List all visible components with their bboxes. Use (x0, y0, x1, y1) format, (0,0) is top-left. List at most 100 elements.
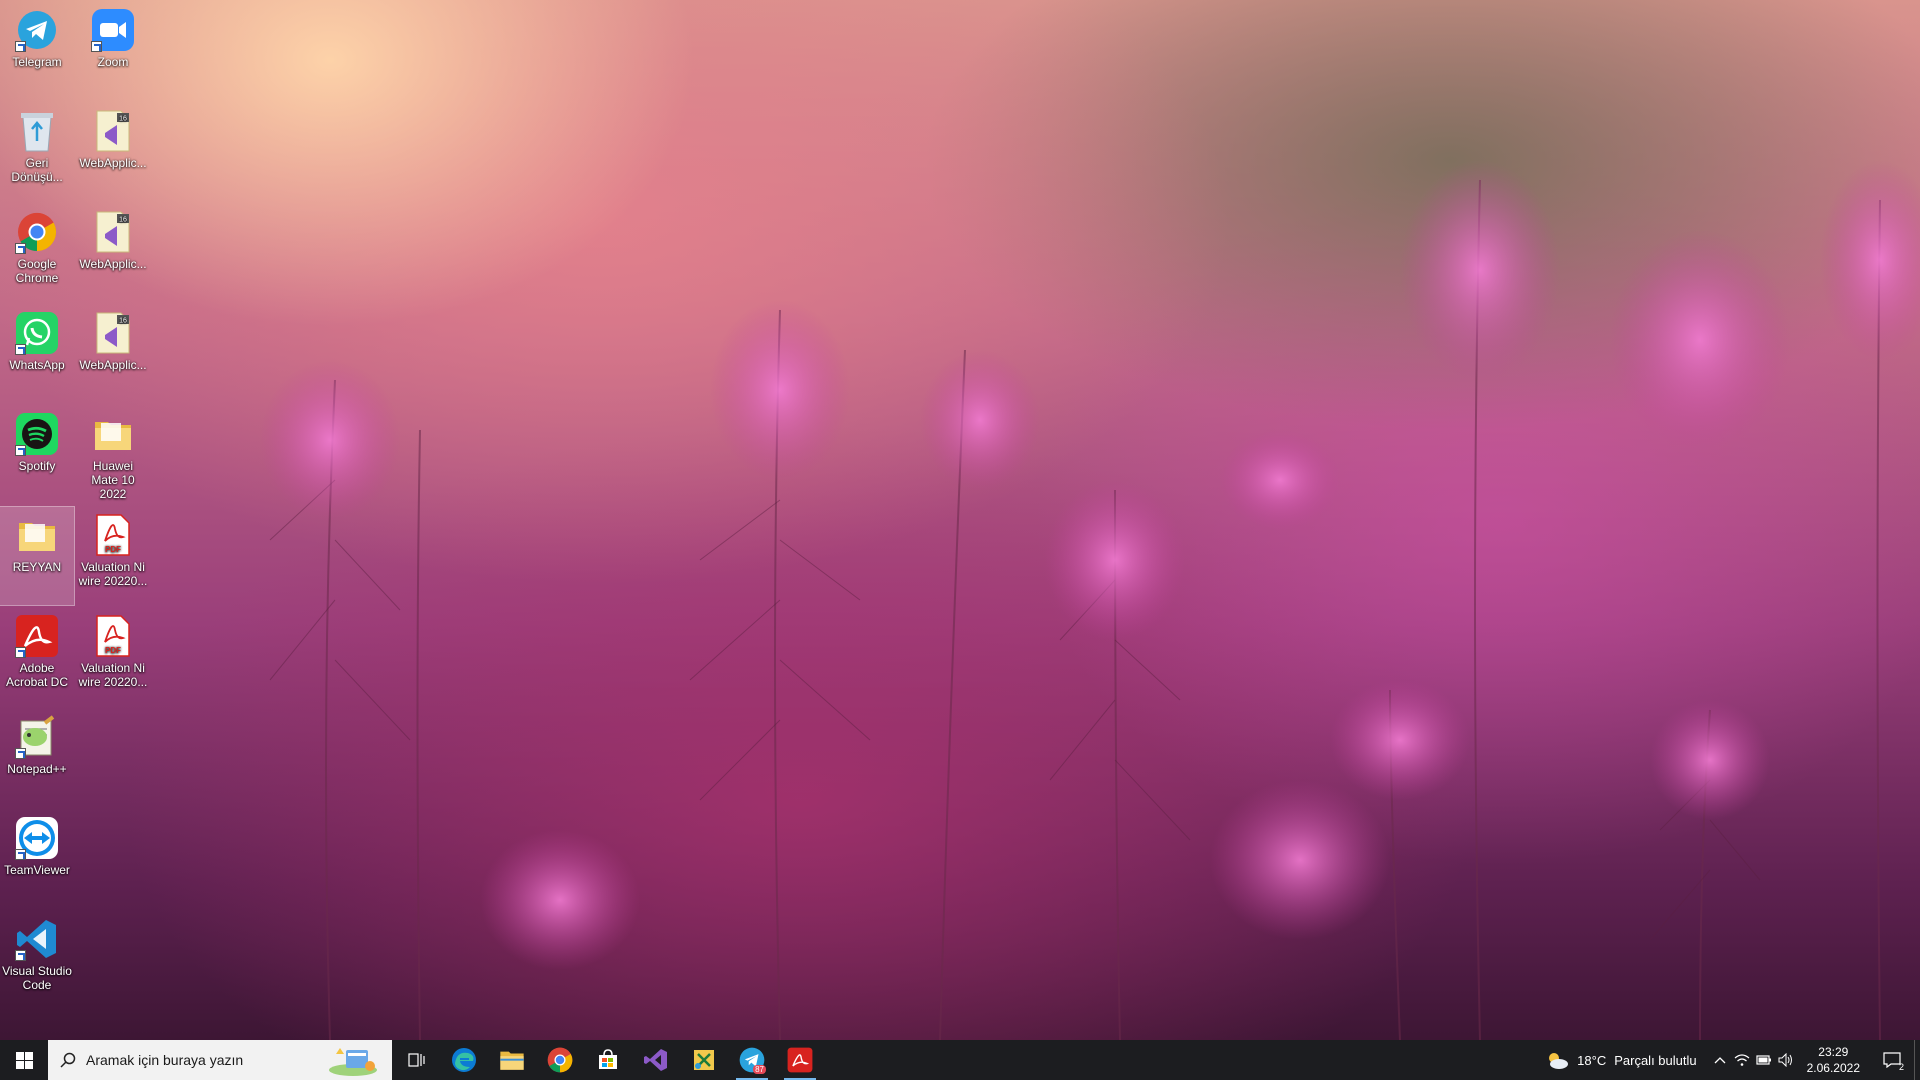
acrobat-icon (15, 614, 59, 658)
teamviewer-icon (15, 816, 59, 860)
desktop-icon-label: WhatsApp (9, 358, 65, 372)
show-desktop-button[interactable] (1914, 1040, 1920, 1080)
svg-text:PDF: PDF (105, 646, 121, 655)
store-icon (596, 1048, 620, 1072)
desktop-icon-visual-studio-code[interactable]: Visual Studio Code (0, 911, 74, 1009)
desktop-icon-label: Telegram (12, 55, 62, 69)
desktop-icon-webapplic[interactable]: 16 WebApplic... (76, 305, 150, 403)
svg-text:16: 16 (119, 217, 127, 224)
desktop-icon-spotify[interactable]: Spotify (0, 406, 74, 504)
desktop-icon-label: Adobe Acrobat DC (5, 661, 69, 689)
weather-widget[interactable]: 18°C Parçalı bulutlu (1533, 1050, 1708, 1070)
clock-date: 2.06.2022 (1806, 1061, 1860, 1075)
desktop-icon-webapplic[interactable]: 16 WebApplic... (76, 103, 150, 201)
desktop-icon-label: Huawei Mate 10 2022 (91, 459, 135, 501)
desktop-icon-label: REYYAN (12, 560, 62, 574)
desktop-icon-label: Spotify (18, 459, 56, 473)
search-placeholder: Aramak için buraya yazın (86, 1052, 244, 1068)
shortcut-arrow-icon (15, 41, 26, 52)
desktop-icon-valuation-ni-wire-20220[interactable]: PDF Valuation Ni wire 20220... (76, 507, 150, 605)
visual-studio-icon (643, 1047, 669, 1073)
acrobat-icon (787, 1047, 813, 1073)
notification-count: 2 (1898, 1062, 1904, 1072)
network-status[interactable] (1731, 1053, 1753, 1067)
telegram-icon (15, 8, 59, 52)
desktop-icon-label: Valuation Ni wire 20220... (78, 560, 148, 588)
visual-studio-solution-icon: 16 (91, 210, 135, 254)
folder-icon (499, 1049, 525, 1071)
taskbar-clock[interactable]: 23:29 2.06.2022 (1797, 1044, 1870, 1076)
search-highlight-icon (328, 1044, 378, 1079)
taskbar-app-snip[interactable] (680, 1040, 728, 1080)
folder-icon (91, 412, 135, 456)
speaker-icon (1778, 1053, 1792, 1067)
desktop-icon-adobe-acrobat-dc[interactable]: Adobe Acrobat DC (0, 608, 74, 706)
system-tray: 18°C Parçalı bulutlu 23:29 2.06.2022 2 (1533, 1040, 1920, 1080)
desktop-icon-google-chrome[interactable]: Google Chrome (0, 204, 74, 302)
taskbar-app-file-explorer[interactable] (488, 1040, 536, 1080)
unread-badge: 87 (753, 1065, 766, 1074)
shortcut-arrow-icon (15, 950, 26, 961)
desktop-icon-label: TeamViewer (4, 863, 70, 877)
svg-text:16: 16 (119, 318, 127, 325)
desktop-icon-label: WebApplic... (79, 257, 147, 271)
battery-status[interactable] (1753, 1054, 1775, 1066)
desktop-icon-whatsapp[interactable]: WhatsApp (0, 305, 74, 403)
taskbar-app-visual-studio[interactable] (632, 1040, 680, 1080)
taskbar-app-store[interactable] (584, 1040, 632, 1080)
svg-text:PDF: PDF (105, 545, 121, 554)
taskbar-app-acrobat[interactable] (776, 1040, 824, 1080)
visual-studio-solution-icon: 16 (91, 109, 135, 153)
desktop-icon-telegram[interactable]: Telegram (0, 2, 74, 100)
taskbar-app-task-view[interactable] (392, 1040, 440, 1080)
show-hidden-icons-button[interactable] (1709, 1056, 1731, 1064)
clock-time: 23:29 (1818, 1045, 1849, 1059)
pdf-icon: PDF (91, 513, 135, 557)
recycle-bin-icon (15, 109, 59, 153)
desktop-wallpaper (0, 0, 1920, 1040)
desktop-icon-notepad[interactable]: Notepad++ (0, 709, 74, 807)
desktop-icon-reyyan[interactable]: REYYAN (0, 506, 75, 606)
desktop-icon-label: Valuation Ni wire 20220... (78, 661, 148, 689)
volume-control[interactable] (1775, 1053, 1797, 1067)
desktop-icon-zoom[interactable]: Zoom (76, 2, 150, 100)
weather-partly-cloudy-icon (1549, 1053, 1569, 1069)
shortcut-arrow-icon (15, 243, 26, 254)
desktop-icon-label: Geri Dönüşü... (11, 156, 63, 184)
shortcut-arrow-icon (91, 41, 102, 52)
desktop-icon-label: Zoom (97, 55, 129, 69)
shortcut-arrow-icon (15, 344, 26, 355)
desktop-icon-label: Notepad++ (7, 762, 67, 776)
weather-temperature: 18°C (1577, 1052, 1607, 1068)
taskbar-app-chrome[interactable] (536, 1040, 584, 1080)
chrome-icon (547, 1047, 573, 1073)
desktop-icon-webapplic[interactable]: 16 WebApplic... (76, 204, 150, 302)
windows-logo-icon (15, 1051, 33, 1069)
taskbar-app-edge[interactable] (440, 1040, 488, 1080)
desktop-icon-label: Google Chrome (15, 257, 59, 285)
desktop-icon-huawei-mate-10-2022[interactable]: Huawei Mate 10 2022 (76, 406, 150, 504)
battery-icon (1756, 1055, 1771, 1065)
task-view-icon (406, 1051, 426, 1069)
desktop-icon-label: WebApplic... (79, 358, 147, 372)
taskbar-app-telegram[interactable]: 87 (728, 1040, 776, 1080)
desktop-icon-teamviewer[interactable]: TeamViewer (0, 810, 74, 908)
whatsapp-icon (15, 311, 59, 355)
zoom-icon (91, 8, 135, 52)
start-button[interactable] (0, 1040, 48, 1080)
svg-text:16: 16 (119, 116, 127, 123)
desktop-icon-geri-d-n[interactable]: Geri Dönüşü... (0, 103, 74, 201)
shortcut-arrow-icon (15, 445, 26, 456)
action-center-button[interactable]: 2 (1870, 1040, 1914, 1080)
taskbar-search-box[interactable]: Aramak için buraya yazın (48, 1040, 392, 1080)
edge-icon (451, 1047, 477, 1073)
desktop-icon-valuation-ni-wire-20220[interactable]: PDF Valuation Ni wire 20220... (76, 608, 150, 706)
taskbar-pinned-apps: 87 (392, 1040, 824, 1080)
shortcut-arrow-icon (15, 849, 26, 860)
chevron-up-icon (1714, 1057, 1726, 1064)
folder-icon (15, 513, 59, 557)
desktop-icon-label: Visual Studio Code (2, 964, 72, 992)
wallpaper-flowers (260, 160, 1920, 1040)
visual-studio-solution-icon: 16 (91, 311, 135, 355)
notepadpp-icon (15, 715, 59, 759)
